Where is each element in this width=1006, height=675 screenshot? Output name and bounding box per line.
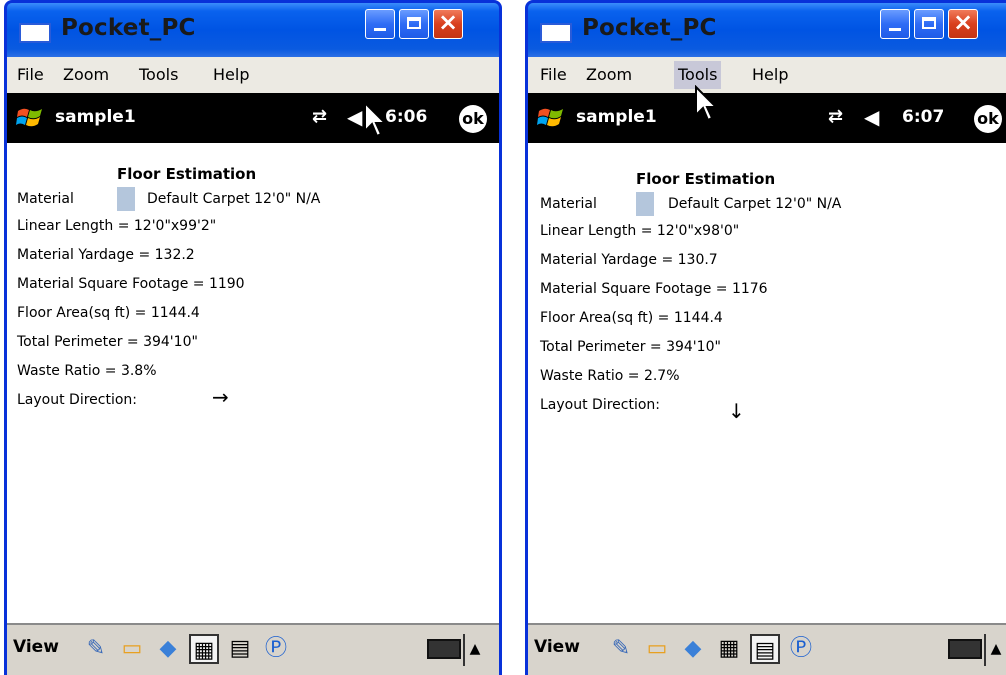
view-menu[interactable]: View [534,637,580,657]
mouse-cursor-icon [364,101,388,138]
window-titlebar[interactable]: Pocket_PC × [7,3,499,57]
menu-bar: File Zoom Tools Help [528,57,1006,93]
keyboard-icon[interactable] [948,639,982,659]
grid-view-icon[interactable]: ▦ [714,634,744,664]
menu-bar: File Zoom Tools Help [7,57,499,93]
pda-navigation-bar: sample1 ⇄ ◀ 6:07 ok [528,93,1006,143]
volume-icon[interactable]: ◀ [864,105,879,129]
mouse-cursor-icon [695,85,719,122]
material-value: Default Carpet 12'0" N/A [147,191,321,207]
menu-zoom[interactable]: Zoom [586,65,632,84]
connectivity-icon[interactable]: ⇄ [312,106,327,127]
material-yardage: Material Yardage = 132.2 [17,247,195,263]
waste-ratio: Waste Ratio = 2.7% [540,368,680,384]
minimize-icon [889,28,901,31]
notes-icon[interactable]: ◆ [678,634,708,664]
total-perimeter: Total Perimeter = 394'10" [540,339,721,355]
menu-tools[interactable]: Tools [139,65,178,84]
layout-direction-label: Layout Direction: [540,397,661,413]
total-perimeter: Total Perimeter = 394'10" [17,334,198,350]
windows-start-icon[interactable] [15,103,45,133]
pocket-pc-window-left: Pocket_PC × File Zoom Tools Help sample1… [4,0,502,675]
window-titlebar[interactable]: Pocket_PC × [528,3,1006,57]
window-app-icon [19,23,51,43]
edit-icon[interactable]: ✎ [81,634,111,664]
menu-file[interactable]: File [540,65,567,84]
layout-direction-arrow-icon: → [212,385,229,409]
menu-help[interactable]: Help [752,65,788,84]
p-circle-icon[interactable]: Ⓟ [261,634,291,664]
close-button[interactable]: × [433,8,463,39]
maximize-icon [922,17,936,29]
window-title: Pocket_PC [61,15,196,41]
window-title: Pocket_PC [582,15,717,41]
material-yardage: Material Yardage = 130.7 [540,252,718,268]
bottom-toolbar: View ✎ ▭ ◆ ▦ ▤ Ⓟ ▲ [7,623,499,675]
maximize-button[interactable] [399,9,429,39]
report-title: Floor Estimation [636,170,776,188]
menu-zoom[interactable]: Zoom [63,65,109,84]
close-icon: × [437,8,459,36]
minimize-button[interactable] [365,9,395,39]
waste-ratio: Waste Ratio = 3.8% [17,363,157,379]
ok-button[interactable]: ok [459,105,487,133]
connectivity-icon[interactable]: ⇄ [828,106,843,127]
window-app-icon [540,23,572,43]
ok-button[interactable]: ok [974,105,1002,133]
pocket-pc-window-right: Pocket_PC × File Zoom Tools Help sample1… [525,0,1006,675]
input-panel-arrow-icon[interactable]: ▲ [984,634,1006,666]
material-label: Material [17,191,74,207]
close-button[interactable]: × [948,8,978,39]
material-value: Default Carpet 12'0" N/A [668,196,842,212]
minimize-button[interactable] [880,9,910,39]
menu-help[interactable]: Help [213,65,249,84]
table-view-icon[interactable]: ▤ [750,634,780,664]
floor-area: Floor Area(sq ft) = 1144.4 [540,310,723,326]
close-icon: × [952,8,974,36]
material-swatch [636,192,654,216]
grid-view-icon[interactable]: ▦ [189,634,219,664]
view-menu[interactable]: View [13,637,59,657]
floor-area: Floor Area(sq ft) = 1144.4 [17,305,200,321]
material-square-footage: Material Square Footage = 1176 [540,281,768,297]
volume-icon[interactable]: ◀ [347,105,362,129]
maximize-button[interactable] [914,9,944,39]
linear-length: Linear Length = 12'0"x99'2" [17,218,217,234]
layout-direction-arrow-icon: ↓ [728,399,745,423]
report-content: Floor Estimation Material Default Carpet… [528,143,1006,625]
table-view-icon[interactable]: ▤ [225,634,255,664]
windows-start-icon[interactable] [536,103,566,133]
keyboard-icon[interactable] [427,639,461,659]
report-content: Floor Estimation Material Default Carpet… [7,143,499,625]
clock[interactable]: 6:06 [385,107,427,127]
app-title: sample1 [55,107,136,127]
material-square-footage: Material Square Footage = 1190 [17,276,245,292]
clock[interactable]: 6:07 [902,107,944,127]
minimize-icon [374,28,386,31]
p-circle-icon[interactable]: Ⓟ [786,634,816,664]
menu-file[interactable]: File [17,65,44,84]
pda-navigation-bar: sample1 ⇄ ◀ 6:06 ok [7,93,499,143]
input-panel-arrow-icon[interactable]: ▲ [463,634,485,666]
material-swatch [117,187,135,211]
bottom-toolbar: View ✎ ▭ ◆ ▦ ▤ Ⓟ ▲ [528,623,1006,675]
material-label: Material [540,196,597,212]
app-title: sample1 [576,107,657,127]
notes-icon[interactable]: ◆ [153,634,183,664]
layout-direction-label: Layout Direction: [17,392,138,408]
report-title: Floor Estimation [117,165,257,183]
linear-length: Linear Length = 12'0"x98'0" [540,223,740,239]
edit-icon[interactable]: ✎ [606,634,636,664]
maximize-icon [407,17,421,29]
folder-icon[interactable]: ▭ [642,634,672,664]
folder-icon[interactable]: ▭ [117,634,147,664]
